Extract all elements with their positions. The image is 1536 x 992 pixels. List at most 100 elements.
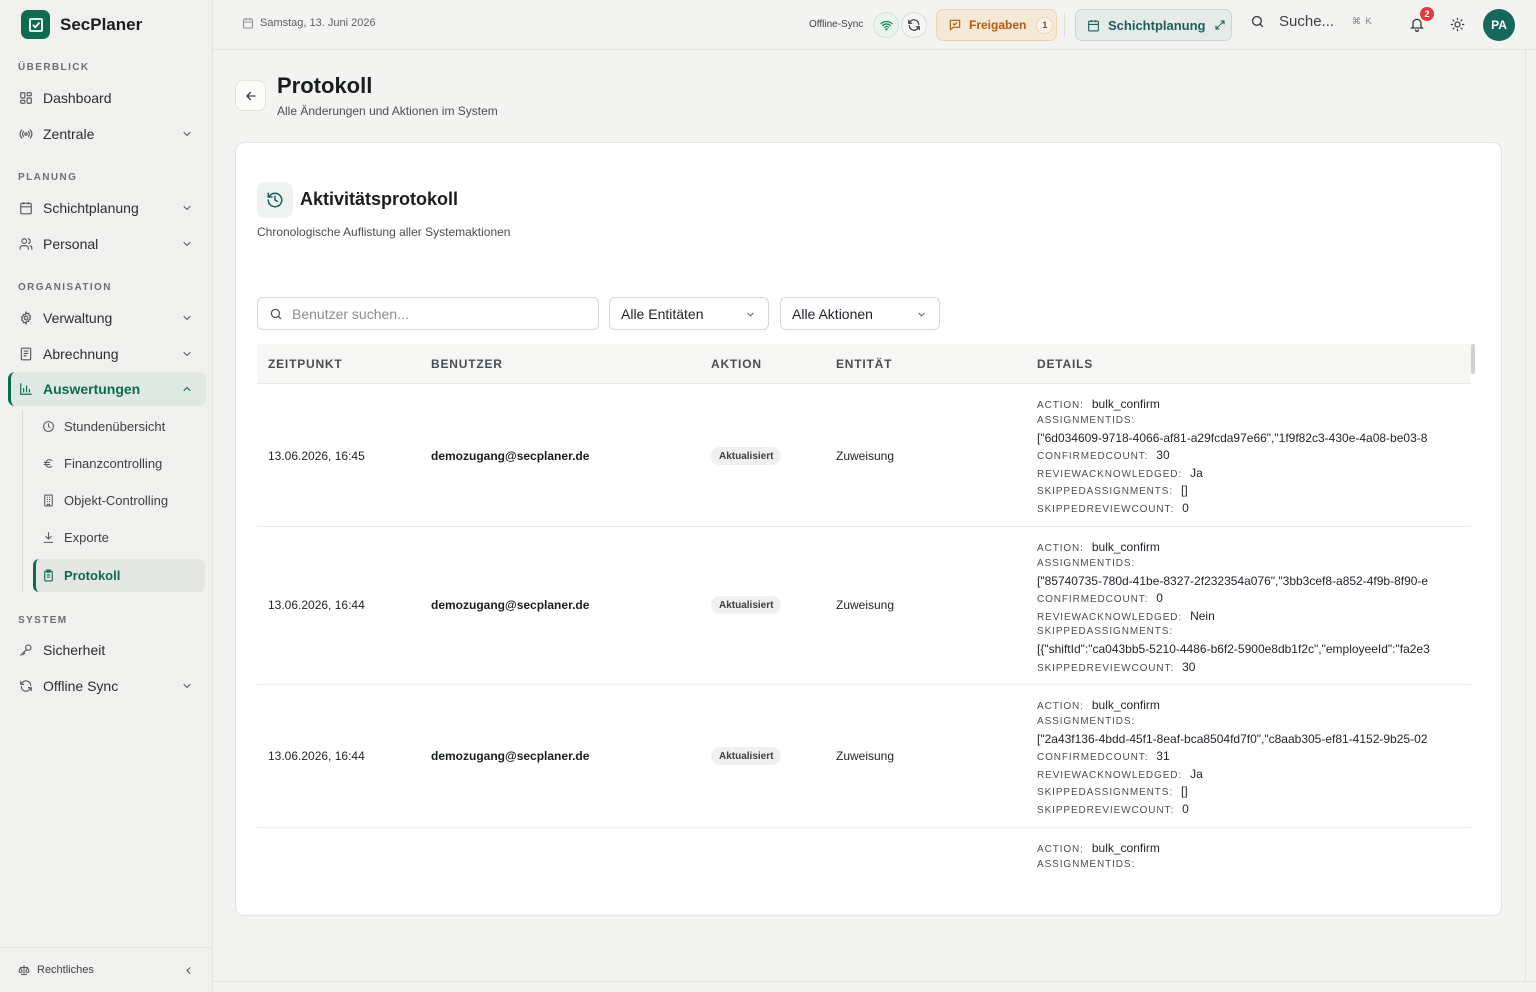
online-status-button[interactable] bbox=[873, 12, 899, 38]
detail-value: bulk_confirm bbox=[1091, 841, 1160, 855]
grid-icon bbox=[19, 91, 33, 105]
detail-key: SKIPPEDASSIGNMENTS: bbox=[1037, 626, 1174, 637]
detail-key: SKIPPEDASSIGNMENTS: bbox=[1037, 787, 1174, 798]
sidebar-item-sicherheit[interactable]: Sicherheit bbox=[8, 633, 206, 667]
sidebar-item-label: Zentrale bbox=[43, 126, 95, 142]
brand[interactable]: SecPlaner bbox=[21, 10, 142, 39]
download-icon bbox=[42, 531, 55, 544]
detail-value: 30 bbox=[1182, 659, 1196, 674]
calendar-icon bbox=[19, 201, 33, 215]
detail-key: ASSIGNMENTIDS: bbox=[1037, 414, 1136, 426]
sidebar-item-label: Personal bbox=[43, 236, 99, 252]
sidebar-item-personal[interactable]: Personal bbox=[8, 227, 206, 261]
avatar[interactable]: PA bbox=[1483, 9, 1515, 41]
radio-signal-icon bbox=[19, 127, 33, 141]
detail-value: [] bbox=[1181, 483, 1188, 497]
sidebar-subitem-finanzcontrolling[interactable]: Finanzcontrolling bbox=[33, 447, 205, 480]
sidebar-subitem-objekt-controlling[interactable]: Objekt-Controlling bbox=[33, 484, 205, 517]
detail-value: Nein bbox=[1190, 608, 1215, 623]
detail-value: 0 bbox=[1156, 591, 1163, 605]
page-title: Protokoll bbox=[277, 73, 373, 98]
user-search-field[interactable] bbox=[257, 297, 599, 330]
sidebar-footer: Rechtliches bbox=[0, 947, 213, 992]
topbar: Samstag, 13. Juni 2026 Offline-Sync Frei… bbox=[213, 0, 1536, 50]
detail-value: 30 bbox=[1156, 448, 1170, 462]
detail-key: ASSIGNMENTIDS: bbox=[1037, 715, 1136, 727]
column-header-entity[interactable]: ENTITÄT bbox=[836, 357, 892, 371]
section-planning: PLANUNG bbox=[18, 172, 78, 183]
schichtplanung-label: Schichtplanung bbox=[1108, 17, 1206, 33]
section-system: SYSTEM bbox=[18, 615, 68, 626]
detail-key: ASSIGNMENTIDS: bbox=[1037, 858, 1136, 870]
schichtplanung-button[interactable]: Schichtplanung bbox=[1075, 9, 1232, 41]
sidebar-item-abrechnung[interactable]: Abrechnung bbox=[8, 337, 206, 371]
row-user: demozugang@secplaner.de bbox=[431, 449, 590, 463]
row-details: ACTION: bulk_confirm ASSIGNMENTIDS: ["6d0… bbox=[1037, 397, 1471, 518]
sun-icon[interactable] bbox=[1450, 17, 1465, 32]
sidebar-item-schichtplanung[interactable]: Schichtplanung bbox=[8, 191, 206, 225]
sidebar-item-offline-sync[interactable]: Offline Sync bbox=[8, 669, 206, 703]
table-header: ZEITPUNKT BENUTZER AKTION ENTITÄT DETAIL… bbox=[257, 344, 1471, 384]
activity-log-card: Aktivitätsprotokoll Chronologische Aufli… bbox=[235, 142, 1502, 916]
freigaben-button[interactable]: Freigaben 1 bbox=[936, 9, 1057, 41]
chevron-down-icon bbox=[916, 309, 927, 320]
users-icon bbox=[19, 237, 33, 251]
sidebar-item-label: Verwaltung bbox=[43, 310, 113, 326]
sidebar-subitem-stundenuebersicht[interactable]: Stundenübersicht bbox=[33, 410, 205, 443]
table-row[interactable]: 13.06.2026, 16:44 demozugang@secplaner.d… bbox=[257, 685, 1471, 828]
secplaner-logo-icon bbox=[21, 10, 50, 39]
euro-icon bbox=[42, 457, 55, 470]
detail-value: bulk_confirm bbox=[1091, 540, 1160, 554]
sidebar-subitem-label: Finanzcontrolling bbox=[64, 456, 163, 471]
detail-value: 0 bbox=[1182, 801, 1189, 816]
chevron-down-icon bbox=[181, 202, 193, 214]
sidebar-item-verwaltung[interactable]: Verwaltung bbox=[8, 301, 206, 335]
search-icon bbox=[1250, 14, 1265, 29]
chevron-down-icon bbox=[181, 680, 193, 692]
table-row[interactable]: 13.06.2026, 16:44 demozugang@secplaner.d… bbox=[257, 527, 1471, 685]
sidebar-subitem-label: Objekt-Controlling bbox=[64, 493, 169, 508]
section-overview: ÜBERBLICK bbox=[18, 62, 90, 73]
sync-button[interactable] bbox=[901, 12, 927, 38]
detail-key: ACTION: bbox=[1037, 400, 1084, 411]
row-details: ACTION: bulk_confirm ASSIGNMENTIDS: ["857… bbox=[1037, 540, 1471, 677]
detail-key: CONFIRMEDCOUNT: bbox=[1037, 752, 1149, 763]
sidebar-item-auswertungen[interactable]: Auswertungen bbox=[8, 372, 206, 406]
sidebar-item-label: Schichtplanung bbox=[43, 200, 139, 216]
arrow-left-icon bbox=[244, 89, 258, 103]
collapse-sidebar-icon[interactable] bbox=[183, 965, 194, 976]
column-header-time[interactable]: ZEITPUNKT bbox=[268, 357, 343, 371]
chevron-down-icon bbox=[181, 348, 193, 360]
column-header-details: DETAILS bbox=[1037, 357, 1094, 371]
action-badge: Aktualisiert bbox=[711, 747, 782, 765]
sidebar-subitem-protokoll[interactable]: Protokoll bbox=[33, 559, 205, 592]
back-button[interactable] bbox=[235, 80, 266, 111]
table-row[interactable]: ACTION: bulk_confirm ASSIGNMENTIDS: bbox=[257, 828, 1471, 879]
gear-icon bbox=[19, 311, 33, 325]
app-name: SecPlaner bbox=[60, 14, 143, 34]
global-search[interactable]: Suche... ⌘ K bbox=[1250, 13, 1373, 30]
row-entity: Zuweisung bbox=[836, 449, 895, 463]
detail-key: CONFIRMEDCOUNT: bbox=[1037, 594, 1149, 605]
column-header-action[interactable]: AKTION bbox=[711, 357, 762, 371]
action-badge: Aktualisiert bbox=[711, 447, 782, 465]
sidebar-item-label: Offline Sync bbox=[43, 678, 119, 694]
chevron-down-icon bbox=[181, 312, 193, 324]
sidebar-item-dashboard[interactable]: Dashboard bbox=[8, 81, 206, 115]
column-header-user[interactable]: BENUTZER bbox=[431, 357, 503, 371]
detail-value: bulk_confirm bbox=[1091, 397, 1160, 411]
legal-link[interactable]: Rechtliches bbox=[37, 964, 94, 976]
detail-key: CONFIRMEDCOUNT: bbox=[1037, 451, 1149, 462]
detail-key: REVIEWACKNOWLEDGED: bbox=[1037, 468, 1183, 480]
detail-key: ASSIGNMENTIDS: bbox=[1037, 557, 1136, 569]
table-scrollbar[interactable] bbox=[1471, 344, 1475, 374]
action-badge: Aktualisiert bbox=[711, 596, 782, 614]
sidebar-subitem-exporte[interactable]: Exporte bbox=[33, 521, 205, 554]
offline-sync-label: Offline-Sync bbox=[809, 19, 864, 30]
search-icon bbox=[269, 307, 283, 321]
table-row[interactable]: 13.06.2026, 16:45 demozugang@secplaner.d… bbox=[257, 385, 1471, 527]
user-search-input[interactable] bbox=[292, 305, 582, 322]
sidebar-item-zentrale[interactable]: Zentrale bbox=[8, 117, 206, 151]
action-filter-select[interactable]: Alle Aktionen bbox=[780, 297, 940, 330]
entity-filter-select[interactable]: Alle Entitäten bbox=[609, 297, 769, 330]
